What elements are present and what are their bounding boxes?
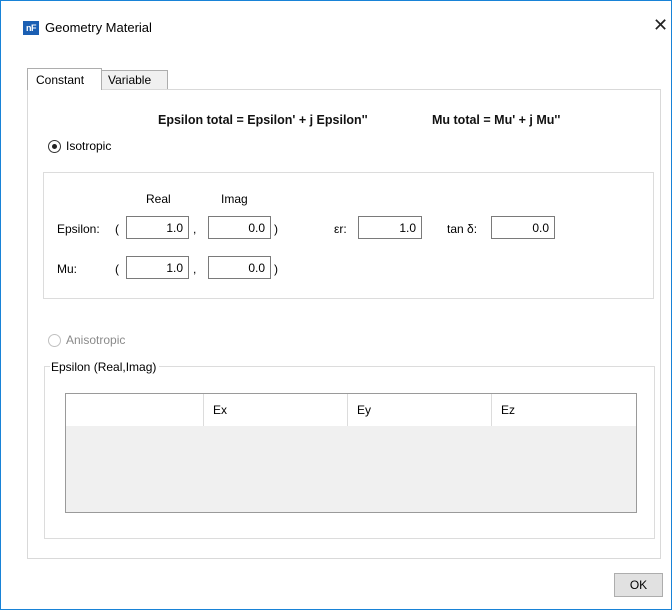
er-input[interactable] [358, 216, 422, 239]
mu-real-input[interactable] [126, 256, 189, 279]
er-label: εr: [334, 222, 347, 236]
column-header-ex[interactable]: Ex [204, 394, 348, 426]
epsilon-open-paren: ( [115, 222, 119, 236]
anisotropic-radio[interactable] [48, 334, 61, 347]
close-icon[interactable]: ✕ [653, 15, 668, 36]
window-title: Geometry Material [45, 20, 152, 35]
title-bar[interactable]: nF Geometry Material ✕ [1, 1, 671, 41]
isotropic-label[interactable]: Isotropic [66, 139, 111, 153]
anisotropic-label[interactable]: Anisotropic [66, 333, 125, 347]
dialog-window: nF Geometry Material ✕ Constant Variable… [0, 0, 672, 610]
tab-constant[interactable]: Constant [27, 68, 102, 90]
table-header: Ex Ey Ez [66, 394, 636, 426]
mu-close-paren: ) [274, 262, 278, 276]
epsilon-groupbox-label: Epsilon (Real,Imag) [50, 360, 160, 374]
tan-delta-input[interactable] [491, 216, 555, 239]
column-header-ez[interactable]: Ez [492, 394, 636, 426]
anisotropic-table[interactable]: Ex Ey Ez [65, 393, 637, 513]
mu-formula: Mu total = Mu' + j Mu'' [432, 113, 561, 127]
imag-header: Imag [221, 192, 248, 206]
tab-variable[interactable]: Variable [102, 70, 168, 90]
app-logo-icon: nF [23, 21, 39, 35]
ok-button[interactable]: OK [614, 573, 663, 597]
epsilon-real-input[interactable] [126, 216, 189, 239]
mu-imag-input[interactable] [208, 256, 271, 279]
epsilon-comma: , [193, 222, 197, 236]
real-header: Real [146, 192, 171, 206]
mu-open-paren: ( [115, 262, 119, 276]
table-corner-cell[interactable] [66, 394, 204, 426]
epsilon-close-paren: ) [274, 222, 278, 236]
epsilon-imag-input[interactable] [208, 216, 271, 239]
isotropic-radio[interactable] [48, 140, 61, 153]
tan-delta-label: tan δ: [447, 222, 478, 236]
column-header-ey[interactable]: Ey [348, 394, 492, 426]
mu-label: Mu: [57, 262, 78, 276]
epsilon-formula: Epsilon total = Epsilon' + j Epsilon'' [158, 113, 368, 127]
epsilon-label: Epsilon: [57, 222, 100, 236]
mu-comma: , [193, 262, 197, 276]
